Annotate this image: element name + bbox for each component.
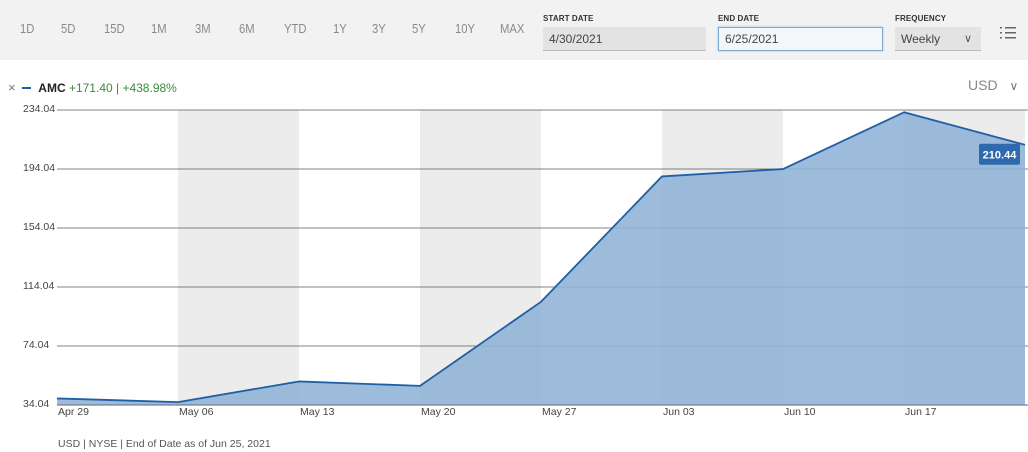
range-button-5d[interactable]: 5D (61, 22, 75, 36)
range-button-3y[interactable]: 3Y (372, 22, 386, 36)
range-button-max[interactable]: MAX (500, 22, 524, 36)
y-tick-label: 114.04 (23, 280, 54, 292)
close-icon[interactable]: × (8, 80, 16, 95)
x-tick-label: Apr 29 (58, 406, 89, 418)
chevron-down-icon: ∨ (963, 33, 972, 45)
range-button-3m[interactable]: 3M (195, 22, 211, 36)
x-tick-label: Jun 17 (905, 406, 937, 418)
range-button-15d[interactable]: 15D (104, 22, 125, 36)
range-button-1y[interactable]: 1Y (333, 22, 347, 36)
range-button-ytd[interactable]: YTD (284, 22, 307, 36)
frequency-label: FREQUENCY (895, 14, 947, 23)
range-button-1m[interactable]: 1M (151, 22, 167, 36)
range-button-5y[interactable]: 5Y (412, 22, 426, 36)
series-ticker: AMC (38, 81, 66, 95)
series-swatch (21, 86, 31, 89)
x-tick-label: May 06 (179, 406, 214, 418)
start-date-label: START DATE (543, 14, 594, 23)
end-date-label: END DATE (718, 14, 760, 23)
x-tick-label: May 27 (542, 406, 577, 418)
series-legend: × AMC +171.40 | +438.98% (8, 80, 177, 95)
range-button-6m[interactable]: 6M (239, 22, 255, 36)
last-value-label: 210.44 (983, 149, 1018, 161)
frequency-select[interactable]: Weekly ∨ (895, 27, 981, 51)
currency-value: USD (968, 77, 998, 93)
chevron-down-icon: ∨ (1009, 79, 1019, 93)
x-tick-label: May 20 (421, 406, 456, 418)
x-tick-label: Jun 03 (663, 406, 695, 418)
y-tick-label: 74.04 (23, 339, 49, 351)
frequency-value: Weekly (901, 32, 941, 46)
x-tick-label: May 13 (300, 406, 335, 418)
range-button-10y[interactable]: 10Y (455, 22, 475, 36)
chart-footer: USD | NYSE | End of Date as of Jun 25, 2… (58, 438, 271, 450)
end-date-input[interactable] (718, 27, 883, 51)
y-tick-label: 194.04 (23, 162, 55, 174)
toolbar: 1D 5D 15D 1M 3M 6M YTD 1Y 3Y 5Y 10Y MAX START DATE … (0, 0, 1028, 60)
x-tick-label: Jun 10 (784, 406, 816, 418)
price-chart: 234.04 194.04 154.04 114.04 74.04 34.04 Apr 29… (23, 103, 1028, 418)
week-band (178, 110, 299, 405)
list-menu-icon[interactable] (999, 25, 1017, 41)
range-button-1d[interactable]: 1D (20, 22, 34, 36)
currency-select[interactable]: USD ∨ (968, 77, 1018, 93)
y-tick-label: 234.04 (23, 103, 55, 115)
y-tick-label: 154.04 (23, 221, 55, 233)
series-change: +171.40 | +438.98% (68, 81, 177, 95)
start-date-input[interactable] (543, 27, 706, 51)
y-tick-label: 34.04 (23, 398, 49, 410)
